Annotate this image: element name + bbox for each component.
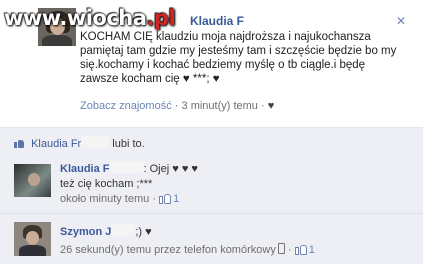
- comment-author[interactable]: Szymon J: [60, 226, 111, 238]
- comment-first-line: Klaudia F : Ojej ♥ ♥ ♥: [60, 161, 410, 177]
- post-message: KOCHAM CIĘ klaudziu moja najdroższa i na…: [80, 30, 410, 86]
- post-area: www.wiocha.pl Klaudia F ✕ KOCHAM CIĘ kla…: [0, 0, 423, 127]
- commenter-avatar[interactable]: [14, 164, 51, 197]
- comment-first-line: Szymon J ;) ♥: [60, 224, 415, 240]
- heart-icon[interactable]: ♥: [268, 100, 275, 112]
- comment-text: : Ojej ♥ ♥ ♥: [143, 163, 198, 175]
- avatar-face: [28, 173, 40, 186]
- liker-name[interactable]: Klaudia Fr: [31, 138, 81, 150]
- redacted-name: [109, 161, 144, 173]
- thumb-up-icon[interactable]: [159, 193, 172, 204]
- comment-item: Szymon J ;) ♥ 26 sekund(y) temu przez tel…: [0, 214, 423, 264]
- meta-separator: ·: [261, 100, 265, 112]
- like-thumb-icon: [14, 138, 24, 148]
- comment-author[interactable]: Klaudia F: [60, 163, 110, 175]
- comment-time[interactable]: 26 sekund(y) temu przez telefon komórkow…: [60, 244, 276, 256]
- comment-text: ;) ♥: [135, 226, 152, 238]
- comment-meta: około minuty temu · 1: [60, 192, 410, 207]
- avatar-face: [26, 231, 39, 245]
- meta-separator: ·: [174, 100, 179, 112]
- watermark: www.wiocha.pl: [4, 6, 176, 30]
- post-line: pamiętaj tam gdzie my jesteśmy tam i szc…: [80, 45, 397, 57]
- post-time[interactable]: 3 minut(y) temu: [182, 100, 258, 112]
- mobile-phone-icon: [277, 243, 285, 254]
- likes-suffix: lubi to.: [112, 138, 145, 150]
- comment-second-line: też cię kocham ;***: [60, 178, 153, 190]
- see-friendship-link[interactable]: Zobacz znajomość: [80, 100, 172, 112]
- post-line: się.kochamy i kochać bedziemy myślę o tb…: [80, 59, 366, 71]
- like-count[interactable]: 1: [309, 244, 315, 256]
- commenter-avatar[interactable]: [14, 222, 51, 256]
- post-author-name[interactable]: Klaudia F: [190, 14, 244, 28]
- likes-bar: Klaudia Fr lubi to.: [0, 127, 423, 157]
- redacted-name: [111, 224, 136, 236]
- comment-time[interactable]: około minuty temu: [60, 193, 149, 205]
- post-line: KOCHAM CIĘ klaudziu moja najdroższa i na…: [80, 31, 371, 43]
- comment-item: Klaudia F : Ojej ♥ ♥ ♥ też cię kocham ;**…: [0, 156, 423, 214]
- meta-separator: ·: [287, 244, 292, 256]
- close-icon[interactable]: ✕: [396, 14, 406, 28]
- post-meta: Zobacz znajomość · 3 minut(y) temu · ♥: [80, 100, 274, 112]
- like-count[interactable]: 1: [173, 193, 179, 205]
- redacted-name: [81, 136, 110, 148]
- comment-meta: 26 sekund(y) temu przez telefon komórkow…: [60, 243, 415, 258]
- post-line: zawsze kocham cię ♥ ***; ♥: [80, 73, 220, 85]
- meta-separator: ·: [152, 193, 156, 205]
- thumb-up-icon[interactable]: [294, 244, 307, 255]
